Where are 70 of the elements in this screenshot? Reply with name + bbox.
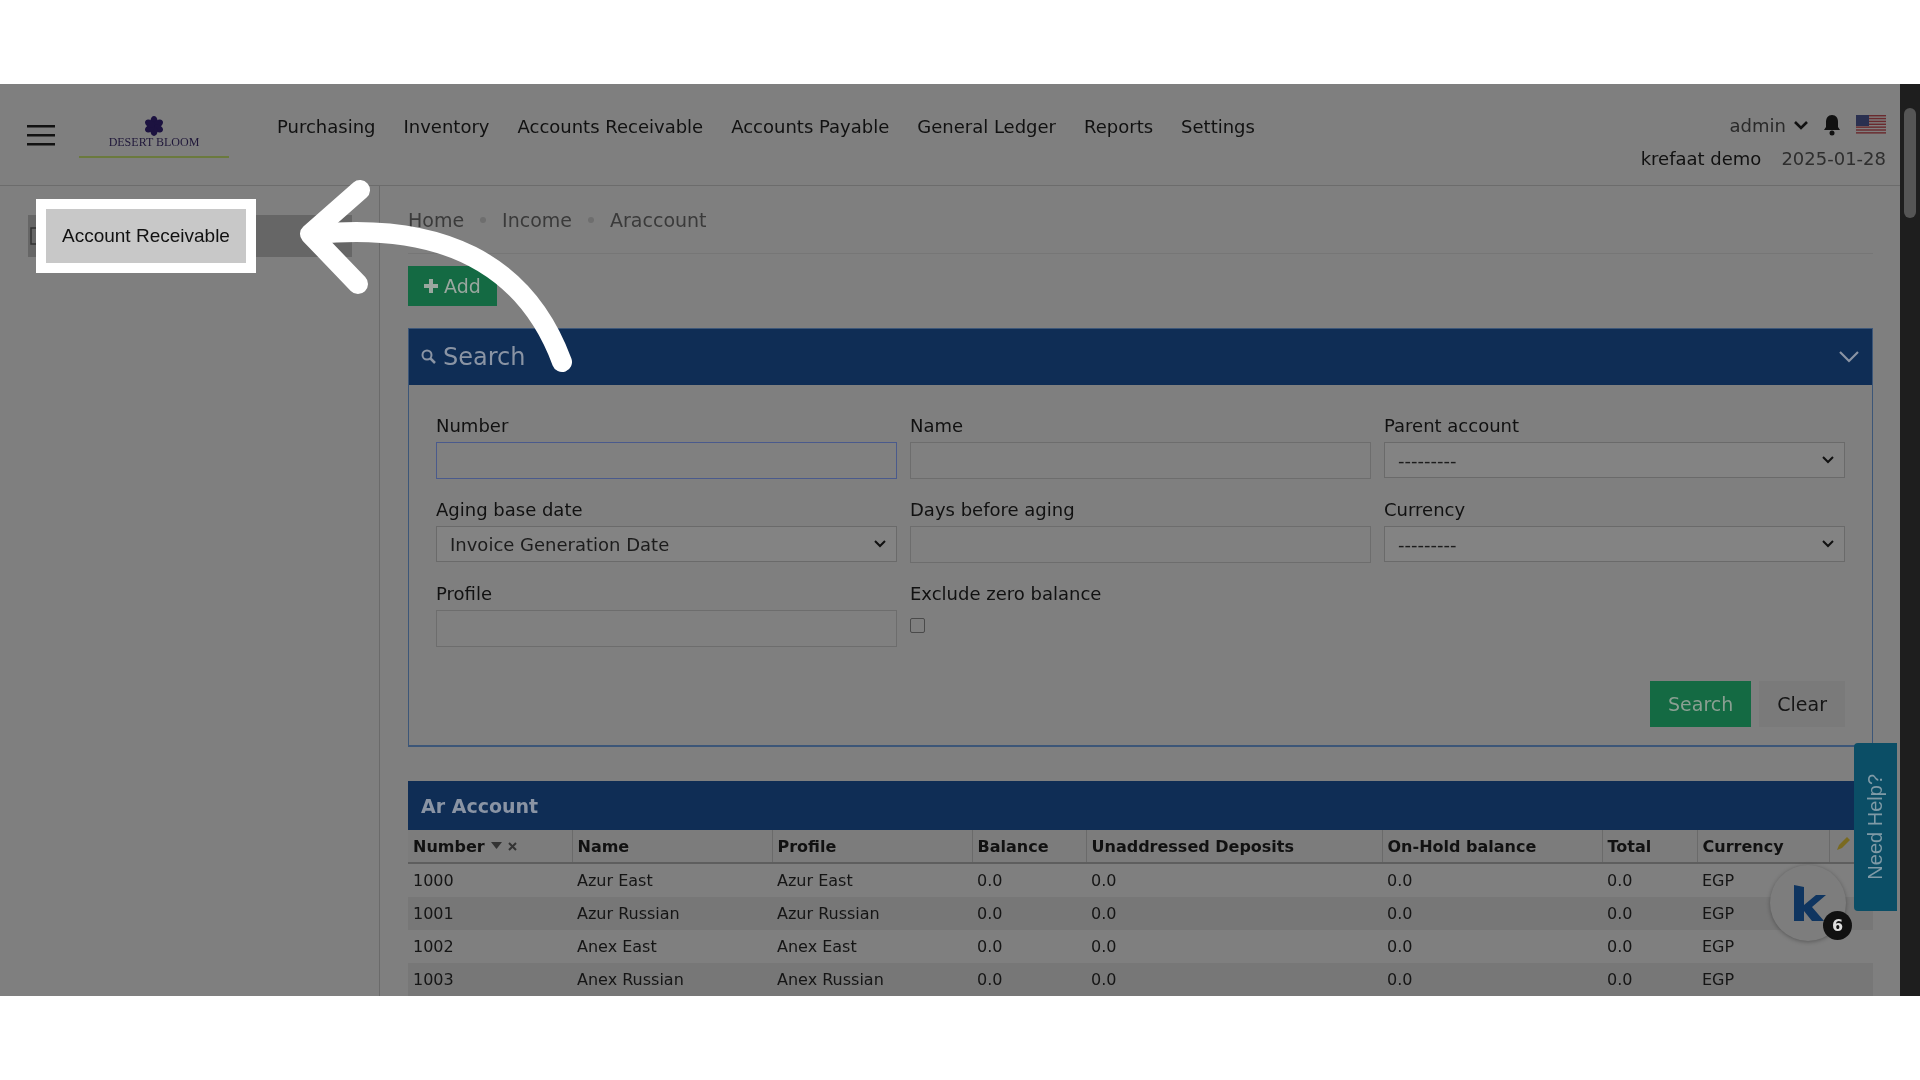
table-cell: 0.0 [1387, 970, 1413, 989]
column-header[interactable]: Profile [777, 836, 837, 856]
table-cell: EGP [1702, 871, 1735, 890]
table-cell: Anex East [777, 937, 857, 956]
table-cell: 0.0 [977, 904, 1003, 923]
table-cell: 1000 [413, 871, 454, 890]
table-cell: 0.0 [1607, 871, 1633, 890]
select-field[interactable]: --------- [1384, 526, 1845, 562]
nav-link[interactable]: Inventory [403, 116, 490, 137]
field-label: Aging base date [436, 499, 584, 520]
field-label: Currency [1384, 499, 1467, 520]
table-cell: 1001 [413, 904, 454, 923]
user-menu[interactable]: admin [1729, 114, 1808, 136]
logo-text: DESERT BLOOM [108, 136, 200, 148]
nav-link[interactable]: Accounts Payable [731, 116, 890, 137]
column-header[interactable]: Total [1607, 836, 1652, 856]
table-cell: Anex Russian [577, 970, 684, 989]
clear-button[interactable]: Clear [1759, 681, 1845, 727]
field-label: Name [910, 415, 965, 436]
table-cell: 1003 [413, 970, 454, 989]
table-cell: 0.0 [1387, 937, 1413, 956]
table-cell: 0.0 [1607, 904, 1633, 923]
table-cell: EGP [1702, 904, 1735, 923]
column-header[interactable]: Unaddressed Deposits [1091, 836, 1294, 856]
table-cell: EGP [1702, 937, 1735, 956]
table-cell: 0.0 [977, 970, 1003, 989]
field-label: Number [436, 415, 510, 436]
select-field[interactable]: Invoice Generation Date [436, 526, 897, 562]
add-button[interactable]: Add [408, 266, 497, 306]
breadcrumb-link[interactable]: Income [502, 208, 573, 231]
table-cell: 0.0 [1387, 871, 1413, 890]
column-header[interactable]: On-Hold balance [1387, 836, 1537, 856]
column-header[interactable]: Name [577, 836, 630, 856]
table-cell: 0.0 [1091, 871, 1117, 890]
date-text: 2025-01-28 [1781, 148, 1886, 169]
field-label: Parent account [1384, 415, 1521, 436]
nav-link[interactable]: Settings [1181, 116, 1255, 137]
column-header[interactable]: Number [413, 836, 485, 856]
table-cell: EGP [1702, 970, 1735, 989]
nav-link[interactable]: General Ledger [917, 116, 1057, 137]
breadcrumb-link[interactable]: Home [408, 208, 465, 231]
table-cell: 0.0 [1387, 904, 1413, 923]
table-cell: 0.0 [1607, 937, 1633, 956]
table-cell: 0.0 [1091, 970, 1117, 989]
table-cell: 0.0 [1091, 937, 1117, 956]
field-label: Profile [436, 583, 493, 604]
panel-title[interactable]: Search [421, 343, 526, 371]
table-cell: Anex Russian [777, 970, 884, 989]
table-cell: 0.0 [977, 937, 1003, 956]
table-cell: Azur East [577, 871, 653, 890]
table-cell: Azur Russian [577, 904, 680, 923]
nav-link[interactable]: Reports [1084, 116, 1154, 137]
nav-link[interactable]: Accounts Receivable [517, 116, 704, 137]
select-field[interactable]: --------- [1384, 442, 1845, 478]
logo[interactable]: DESERT BLOOM [79, 116, 229, 158]
table-cell: 0.0 [977, 871, 1003, 890]
field-label: Exclude zero balance [910, 583, 1103, 604]
table-cell: 0.0 [1607, 970, 1633, 989]
field-label: Days before aging [910, 499, 1076, 520]
table-cell: Anex East [577, 937, 657, 956]
nav-link[interactable]: Purchasing [277, 116, 376, 137]
table-cell: 0.0 [1091, 904, 1117, 923]
breadcrumb-link[interactable]: Araccount [610, 208, 707, 231]
table-cell: Azur Russian [777, 904, 880, 923]
table-cell: 1002 [413, 937, 454, 956]
column-header[interactable]: Balance [977, 836, 1049, 856]
search-button[interactable]: Search [1650, 681, 1752, 727]
table-cell: Azur East [777, 871, 853, 890]
company-name: krefaat demo [1640, 148, 1762, 169]
column-header[interactable]: Currency [1702, 836, 1784, 856]
